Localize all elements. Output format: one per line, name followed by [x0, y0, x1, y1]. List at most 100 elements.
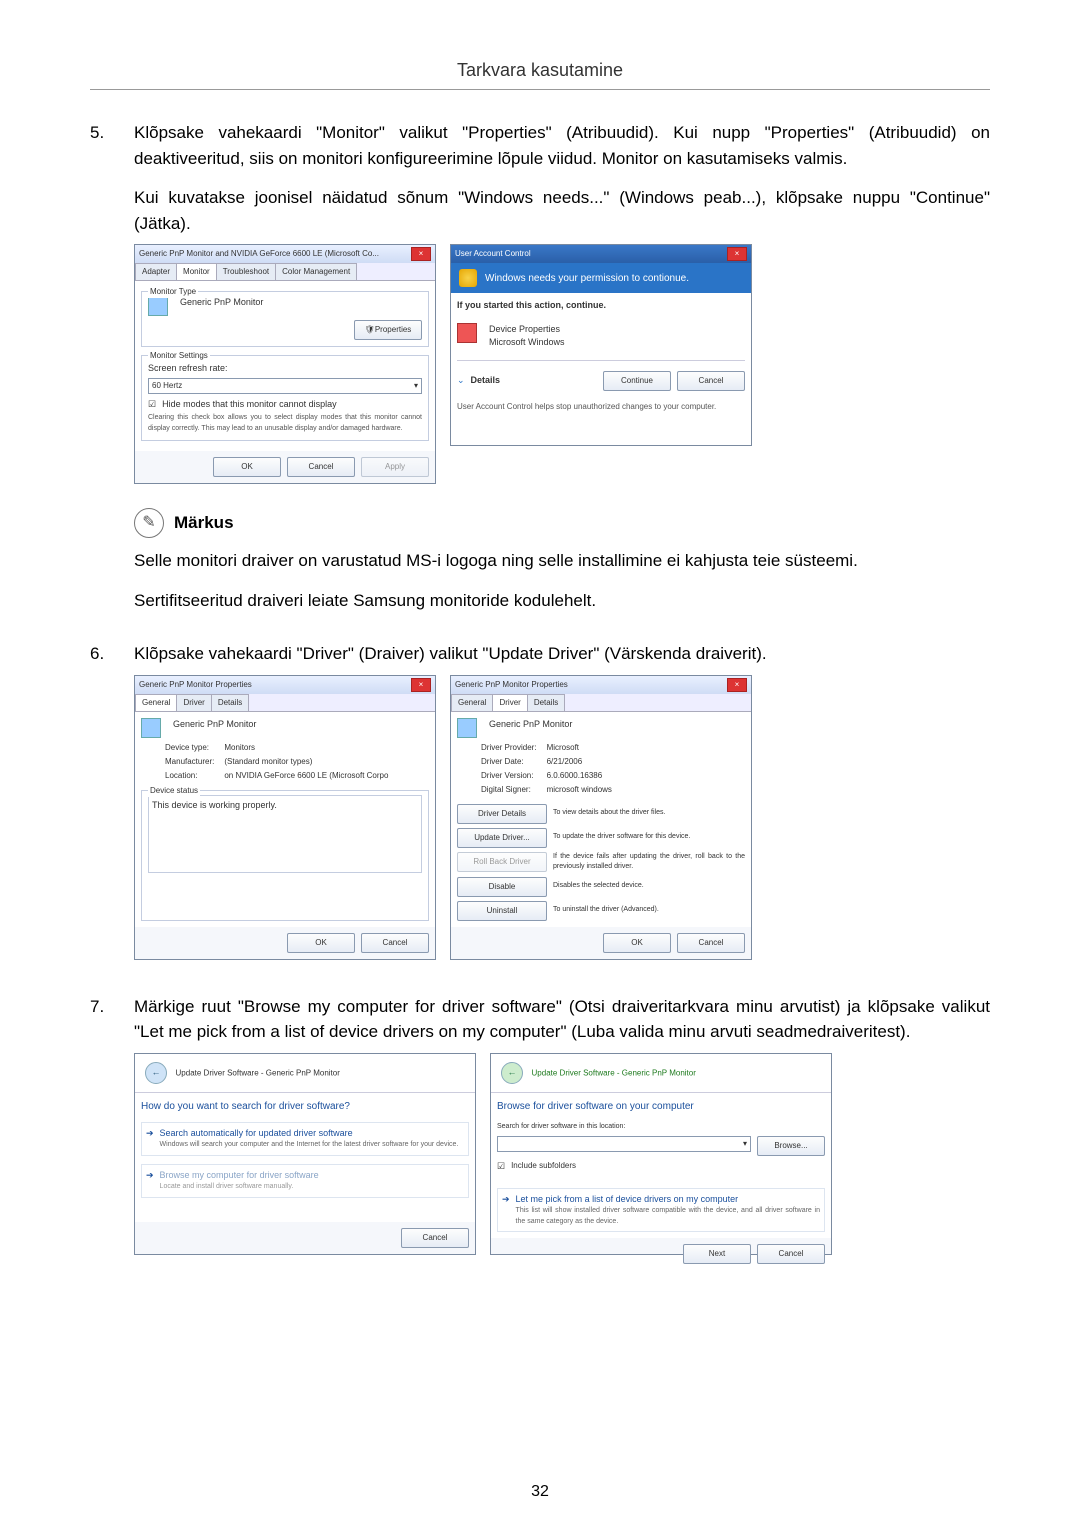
step-6-number: 6.	[90, 641, 134, 980]
cancel-button[interactable]: Cancel	[361, 933, 429, 953]
uac-device-properties: Device Properties	[489, 323, 565, 337]
loc-val: on NVIDIA GeForce 6600 LE (Microsoft Cor…	[224, 770, 429, 782]
monitor-type-label: Monitor Type	[148, 286, 198, 298]
pane-title: Generic PnP Monitor	[489, 718, 572, 732]
uac-banner-text: Windows needs your permission to contion…	[485, 271, 689, 286]
arrow-right-icon: ➔	[146, 1169, 154, 1183]
arrow-right-icon: ➔	[146, 1127, 154, 1141]
opt-browse-computer[interactable]: Browse my computer for driver software	[160, 1169, 319, 1183]
pane-title: Generic PnP Monitor	[173, 718, 256, 732]
uac-title: User Account Control	[455, 248, 531, 260]
provider-key: Driver Provider:	[481, 742, 537, 754]
ok-button[interactable]: OK	[213, 457, 281, 477]
refresh-rate-label: Screen refresh rate:	[148, 362, 422, 376]
manu-val: (Standard monitor types)	[224, 756, 429, 768]
provider-val: Microsoft	[547, 742, 745, 754]
uninstall-button[interactable]: Uninstall	[457, 901, 547, 921]
update-driver-button[interactable]: Update Driver...	[457, 828, 547, 848]
properties-button-label: Properties	[375, 324, 411, 336]
close-icon[interactable]: ×	[411, 247, 431, 261]
ok-button[interactable]: OK	[603, 933, 671, 953]
include-subfolders-label: Include subfolders	[511, 1160, 576, 1172]
location-label: Search for driver software in this locat…	[497, 1122, 825, 1133]
uac-started-text: If you started this action, continue.	[457, 299, 745, 313]
cancel-button[interactable]: Cancel	[401, 1228, 469, 1248]
back-button[interactable]: ←	[501, 1062, 523, 1084]
disable-button[interactable]: Disable	[457, 877, 547, 897]
driver-details-desc: To view details about the driver files.	[553, 808, 745, 819]
tab-driver[interactable]: Driver	[492, 694, 527, 711]
close-icon[interactable]: ×	[727, 247, 747, 261]
back-button[interactable]: ←	[145, 1062, 167, 1084]
tab-details[interactable]: Details	[527, 694, 565, 711]
step-5-text-2: Kui kuvatakse joonisel näidatud sõnum "W…	[134, 185, 990, 236]
dlg-props-left-title: Generic PnP Monitor Properties	[139, 679, 252, 691]
tab-troubleshoot[interactable]: Troubleshoot	[216, 263, 276, 280]
tab-adapter[interactable]: Adapter	[135, 263, 177, 280]
include-subfolders-checkbox[interactable]: ☑	[497, 1160, 505, 1174]
cancel-button[interactable]: Cancel	[677, 371, 745, 391]
page-title: Tarkvara kasutamine	[90, 60, 990, 81]
device-icon	[457, 323, 477, 343]
hide-modes-desc: Clearing this check box allows you to se…	[148, 413, 422, 434]
chevron-down-icon[interactable]: ⌄	[457, 374, 465, 388]
step-6-text: Klõpsake vahekaardi "Driver" (Draiver) v…	[134, 641, 990, 667]
opt-pick-from-list-desc: This list will show installed driver sof…	[516, 1206, 820, 1227]
cancel-button[interactable]: Cancel	[287, 457, 355, 477]
date-key: Driver Date:	[481, 756, 537, 768]
tab-monitor[interactable]: Monitor	[176, 263, 217, 280]
cancel-button[interactable]: Cancel	[677, 933, 745, 953]
next-button[interactable]: Next	[683, 1244, 751, 1264]
arrow-right-icon: ➔	[502, 1193, 510, 1207]
rollback-driver-button[interactable]: Roll Back Driver	[457, 852, 547, 872]
shield-icon	[459, 269, 477, 287]
rollback-driver-desc: If the device fails after updating the d…	[553, 852, 745, 873]
monitor-icon	[148, 296, 168, 316]
dlg-props-right-title: Generic PnP Monitor Properties	[455, 679, 568, 691]
uac-ms-windows: Microsoft Windows	[489, 336, 565, 350]
header-rule	[90, 89, 990, 90]
note-body-1: Selle monitori draiver on varustatud MS-…	[134, 548, 990, 574]
dlg-monitor-tabs: Adapter Monitor Troubleshoot Color Manag…	[135, 263, 435, 281]
tab-color-mgmt[interactable]: Color Management	[275, 263, 357, 280]
ok-button[interactable]: OK	[287, 933, 355, 953]
uninstall-desc: To uninstall the driver (Advanced).	[553, 905, 745, 916]
uac-details-toggle[interactable]: Details	[471, 374, 597, 388]
note-icon: ✎	[134, 508, 164, 538]
browse-button[interactable]: Browse...	[757, 1136, 825, 1156]
properties-button[interactable]: 🛡 Properties	[354, 320, 422, 340]
devtype-key: Device type:	[165, 742, 214, 754]
close-icon[interactable]: ×	[411, 678, 431, 692]
device-status-label: Device status	[148, 785, 200, 797]
ver-val: 6.0.6000.16386	[547, 770, 745, 782]
continue-button[interactable]: Continue	[603, 371, 671, 391]
refresh-rate-value: 60 Hertz	[152, 380, 182, 392]
location-combo[interactable]: ▾	[497, 1136, 751, 1152]
step-5-number: 5.	[90, 120, 134, 627]
driver-details-button[interactable]: Driver Details	[457, 804, 547, 824]
uac-footer-text: User Account Control helps stop unauthor…	[457, 401, 745, 413]
loc-key: Location:	[165, 770, 214, 782]
apply-button[interactable]: Apply	[361, 457, 429, 477]
chevron-down-icon: ▾	[743, 1138, 747, 1150]
tab-general[interactable]: General	[135, 694, 177, 711]
cancel-button[interactable]: Cancel	[757, 1244, 825, 1264]
opt-pick-from-list[interactable]: Let me pick from a list of device driver…	[516, 1193, 820, 1207]
wizard-heading: How do you want to search for driver sof…	[141, 1099, 469, 1114]
hide-modes-checkbox[interactable]: ☑	[148, 398, 156, 412]
chevron-down-icon: ▾	[414, 380, 418, 392]
close-icon[interactable]: ×	[727, 678, 747, 692]
opt-search-auto[interactable]: Search automatically for updated driver …	[160, 1127, 459, 1141]
tab-details[interactable]: Details	[211, 694, 249, 711]
dlg-monitor-title: Generic PnP Monitor and NVIDIA GeForce 6…	[139, 248, 379, 260]
wizard-crumb: Update Driver Software - Generic PnP Mon…	[176, 1068, 340, 1077]
opt-browse-computer-desc: Locate and install driver software manua…	[160, 1182, 319, 1193]
opt-search-auto-desc: Windows will search your computer and th…	[160, 1140, 459, 1151]
step-7-text: Märkige ruut "Browse my computer for dri…	[134, 994, 990, 1045]
refresh-rate-select[interactable]: 60 Hertz ▾	[148, 378, 422, 394]
note-body-2: Sertifitseeritud draiveri leiate Samsung…	[134, 588, 990, 614]
tab-driver[interactable]: Driver	[176, 694, 211, 711]
monitor-type-value: Generic PnP Monitor	[180, 296, 263, 310]
manu-key: Manufacturer:	[165, 756, 214, 768]
tab-general[interactable]: General	[451, 694, 493, 711]
